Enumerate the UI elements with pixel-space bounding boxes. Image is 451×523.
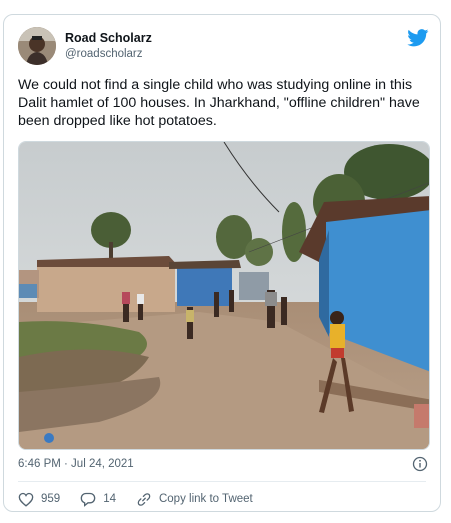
tweet-timestamp[interactable]: 6:46 PM · Jul 24, 2021 (18, 458, 134, 470)
tweet-text: We could not find a single child who was… (18, 77, 420, 129)
divider (18, 481, 426, 482)
reply-icon (80, 492, 96, 507)
reply-count: 14 (103, 493, 116, 505)
copy-link-label: Copy link to Tweet (158, 493, 253, 505)
author-handle[interactable]: @roadscholarz (65, 48, 143, 60)
village-photo (19, 142, 429, 449)
tweet-card: Road Scholarz @roadscholarz We could not… (3, 14, 441, 512)
tweet-actions: 959 14 Copy link to Tweet (18, 489, 273, 509)
tweet-photo[interactable] (18, 141, 430, 450)
copy-link-button[interactable]: Copy link to Tweet (136, 492, 253, 507)
avatar[interactable] (18, 27, 56, 65)
avatar-photo (18, 27, 56, 65)
reply-button[interactable]: 14 (80, 492, 116, 507)
like-count: 959 (41, 493, 61, 505)
author-name[interactable]: Road Scholarz (65, 31, 152, 45)
info-icon[interactable] (412, 456, 428, 472)
heart-icon (18, 492, 34, 507)
twitter-bird-icon[interactable] (407, 29, 429, 47)
like-button[interactable]: 959 (18, 492, 60, 507)
link-icon (137, 492, 151, 506)
